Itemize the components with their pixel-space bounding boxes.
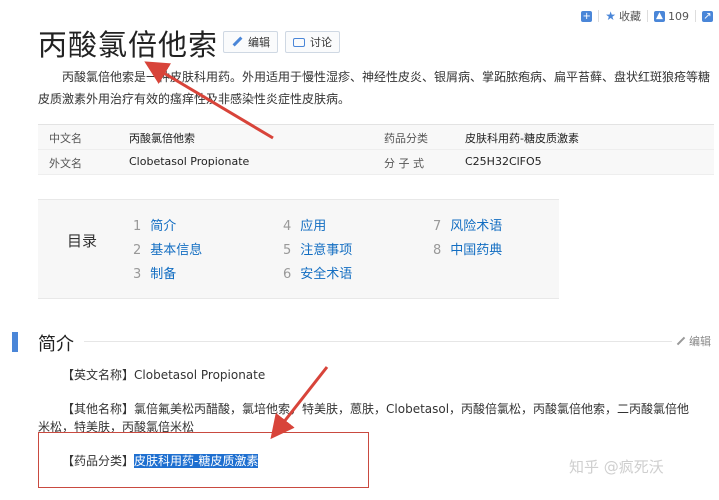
watermark: 知乎 @疯死沃 [569,458,664,476]
annotation-arrow-title [144,61,274,140]
annotation-arrows [144,61,329,440]
annotation-arrow-category [270,366,329,440]
